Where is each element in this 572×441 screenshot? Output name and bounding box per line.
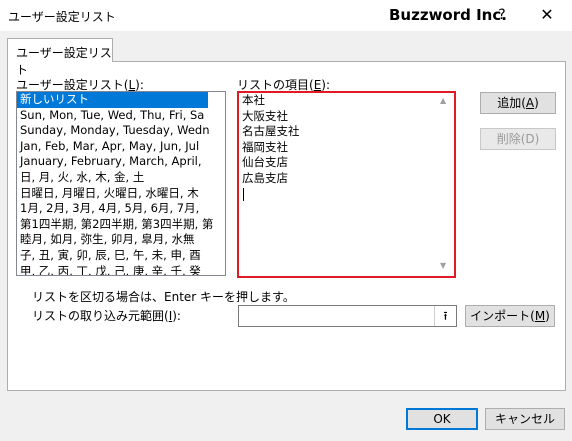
add-button[interactable]: 追加(A) [480, 92, 556, 114]
list-item[interactable]: 甲, 乙, 丙, 丁, 戊, 己, 庚, 辛, 壬, 癸 [17, 264, 225, 275]
list-entries-textarea[interactable]: 本社 大阪支社 名古屋支社 福岡支社 仙台支店 広島支店 ▲ ▼ [237, 91, 456, 278]
list-item[interactable]: 日曜日, 月曜日, 火曜日, 水曜日, 木 [17, 186, 225, 202]
help-icon[interactable]: ? [490, 3, 514, 27]
scroll-down-icon[interactable]: ▼ [440, 261, 446, 270]
list-item[interactable]: 新しいリスト [17, 92, 208, 108]
window-title: ユーザー設定リスト [8, 10, 116, 24]
collapse-dialog-icon[interactable]: ⭱ [434, 306, 456, 326]
import-range-input[interactable] [238, 305, 457, 327]
import-range-label: リストの取り込み元範囲(I): [32, 309, 181, 323]
scroll-up-icon[interactable]: ▲ [440, 96, 446, 105]
custom-lists-listbox[interactable]: 新しいリスト Sun, Mon, Tue, Wed, Thu, Fri, Sa … [16, 91, 226, 276]
list-item[interactable]: 日, 月, 火, 水, 木, 金, 土 [17, 170, 225, 186]
list-entry-line: 広島支店 [242, 170, 288, 185]
close-icon[interactable]: ✕ [532, 3, 562, 27]
list-entry-line: 本社 [242, 93, 265, 107]
list-item[interactable]: Jan, Feb, Mar, Apr, May, Jun, Jul [17, 139, 225, 155]
list-item[interactable]: 子, 丑, 寅, 卯, 辰, 巳, 午, 未, 申, 酉 [17, 248, 225, 264]
list-entry-line: 福岡支社 [242, 139, 288, 154]
list-entry-line: 名古屋支社 [242, 124, 300, 138]
list-item[interactable]: 睦月, 如月, 弥生, 卯月, 皐月, 水無 [17, 232, 225, 248]
tab-custom-lists[interactable]: ユーザー設定リスト [7, 38, 113, 77]
title-bar: ユーザー設定リスト Buzzword Inc. ? ✕ [0, 0, 572, 31]
ok-button[interactable]: OK [406, 408, 478, 430]
list-item[interactable]: Sun, Mon, Tue, Wed, Thu, Fri, Sa [17, 108, 225, 124]
list-item[interactable]: 第1四半期, 第2四半期, 第3四半期, 第 [17, 217, 225, 233]
import-button[interactable]: インポート(M) [465, 305, 555, 327]
text-caret [243, 188, 244, 201]
list-item[interactable]: January, February, March, April, [17, 154, 225, 170]
cancel-button[interactable]: キャンセル [485, 408, 565, 430]
list-item[interactable]: 1月, 2月, 3月, 4月, 5月, 6月, 7月, [17, 201, 225, 217]
list-entry-line: 仙台支店 [242, 155, 288, 169]
list-item[interactable]: Sunday, Monday, Tuesday, Wedn [17, 123, 225, 139]
delete-button[interactable]: 削除(D) [480, 128, 556, 150]
list-entry-line: 大阪支社 [242, 108, 288, 123]
separator-hint: リストを区切る場合は、Enter キーを押します。 [32, 290, 295, 304]
